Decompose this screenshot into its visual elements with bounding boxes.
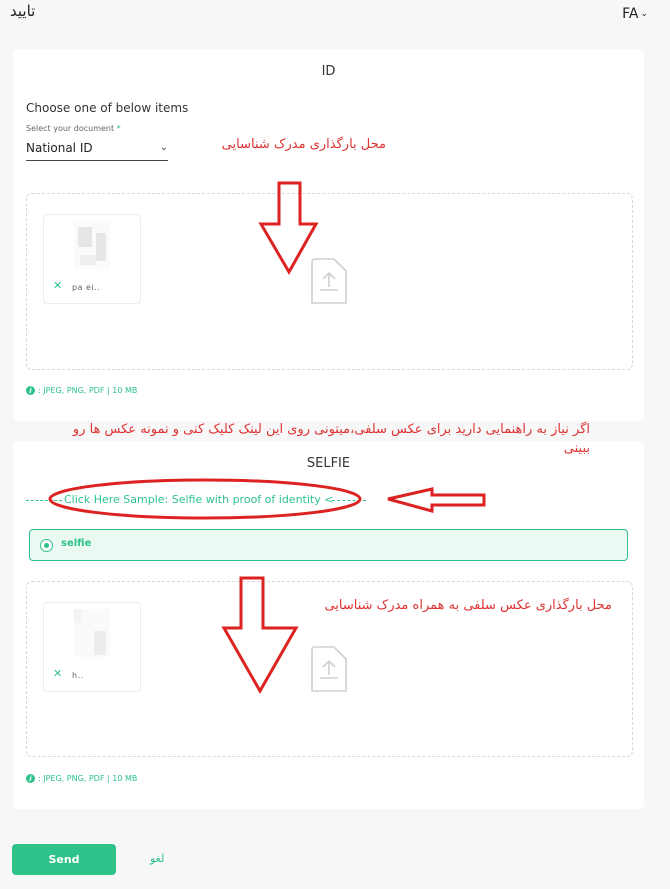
annotation-overlay [48,181,486,695]
cancel-link[interactable]: لغو [150,852,164,865]
left-arrow-icon [387,487,486,513]
down-arrow-icon [221,576,299,695]
down-arrow-icon [258,181,319,276]
highlight-ellipse [48,478,362,520]
send-button[interactable]: Send [12,844,116,875]
